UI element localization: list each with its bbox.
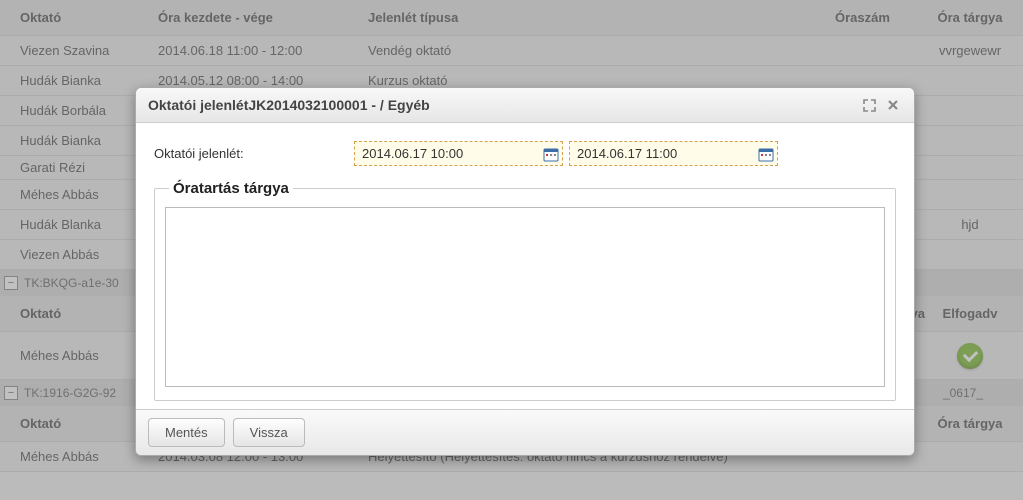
dialog: Oktatói jelenlétJK2014032100001 - / Egyé… (135, 87, 915, 456)
dialog-footer: Mentés Vissza (136, 409, 914, 455)
date-from-wrap (354, 141, 563, 166)
oratartas-textarea[interactable] (165, 207, 885, 387)
back-button[interactable]: Vissza (233, 418, 305, 447)
close-icon[interactable] (884, 96, 902, 114)
fieldset-oratartas: Óratartás tárgya (154, 180, 896, 401)
form-row-dates: Oktatói jelenlét: (154, 141, 896, 166)
expand-icon[interactable] (860, 96, 878, 114)
save-button[interactable]: Mentés (148, 418, 225, 447)
dialog-title: Oktatói jelenlétJK2014032100001 - / Egyé… (148, 97, 854, 113)
calendar-icon[interactable] (543, 146, 559, 162)
dialog-body: Oktatói jelenlét: Óratartás tárgya (136, 123, 914, 409)
calendar-icon[interactable] (758, 146, 774, 162)
date-from-input[interactable] (358, 144, 543, 163)
fieldset-legend: Óratartás tárgya (169, 180, 293, 197)
date-to-wrap (569, 141, 778, 166)
form-label-jelenlet: Oktatói jelenlét: (154, 146, 354, 161)
date-to-input[interactable] (573, 144, 758, 163)
dialog-header[interactable]: Oktatói jelenlétJK2014032100001 - / Egyé… (136, 88, 914, 123)
